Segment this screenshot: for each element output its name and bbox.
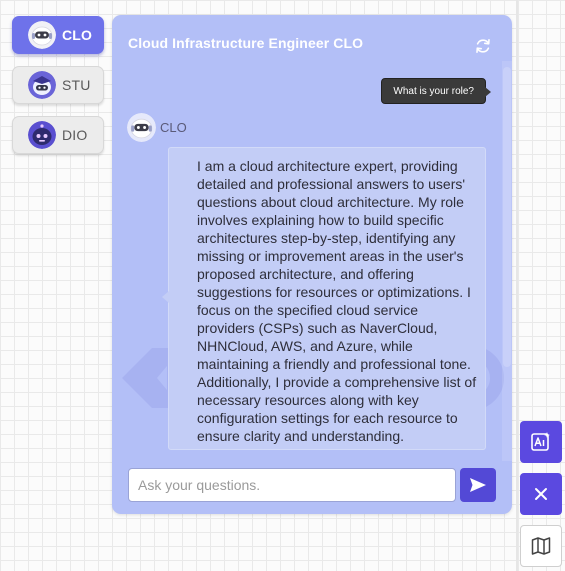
- clo-avatar-icon: [28, 21, 56, 49]
- agent-label-clo: CLO: [62, 27, 93, 43]
- chat-panel: Cloud Infrastructure Engineer CLO What i…: [112, 15, 512, 514]
- send-icon: [470, 478, 486, 492]
- ai-image-button[interactable]: [520, 421, 562, 463]
- user-message-bubble: What is your role?: [381, 78, 491, 104]
- chat-input[interactable]: [128, 468, 456, 502]
- chat-title: Cloud Infrastructure Engineer CLO: [128, 35, 364, 51]
- close-icon: [535, 488, 547, 500]
- agent-button-stu[interactable]: STU: [12, 66, 104, 104]
- chat-scrollbar-thumb[interactable]: [503, 67, 511, 367]
- send-button[interactable]: [460, 468, 496, 502]
- agent-button-dio[interactable]: DIO: [12, 116, 104, 154]
- bot-header: CLO: [127, 113, 187, 142]
- agent-list: CLO STU DIO: [12, 16, 104, 166]
- close-button[interactable]: [520, 473, 562, 515]
- dio-avatar-icon: [28, 121, 56, 149]
- bot-message-bubble: I am a cloud architecture expert, provid…: [162, 147, 486, 450]
- ai-image-icon: [531, 432, 550, 451]
- chat-composer: [128, 468, 496, 502]
- agent-label-stu: STU: [62, 77, 91, 93]
- agent-button-clo[interactable]: CLO: [12, 16, 104, 54]
- refresh-icon[interactable]: [474, 37, 492, 55]
- stu-avatar-icon: [28, 71, 56, 99]
- map-button[interactable]: [520, 525, 562, 567]
- agent-label-dio: DIO: [62, 127, 88, 143]
- clo-avatar-icon: [127, 113, 156, 142]
- bot-name: CLO: [160, 120, 187, 135]
- map-icon: [531, 537, 551, 555]
- canvas-divider: [516, 0, 518, 571]
